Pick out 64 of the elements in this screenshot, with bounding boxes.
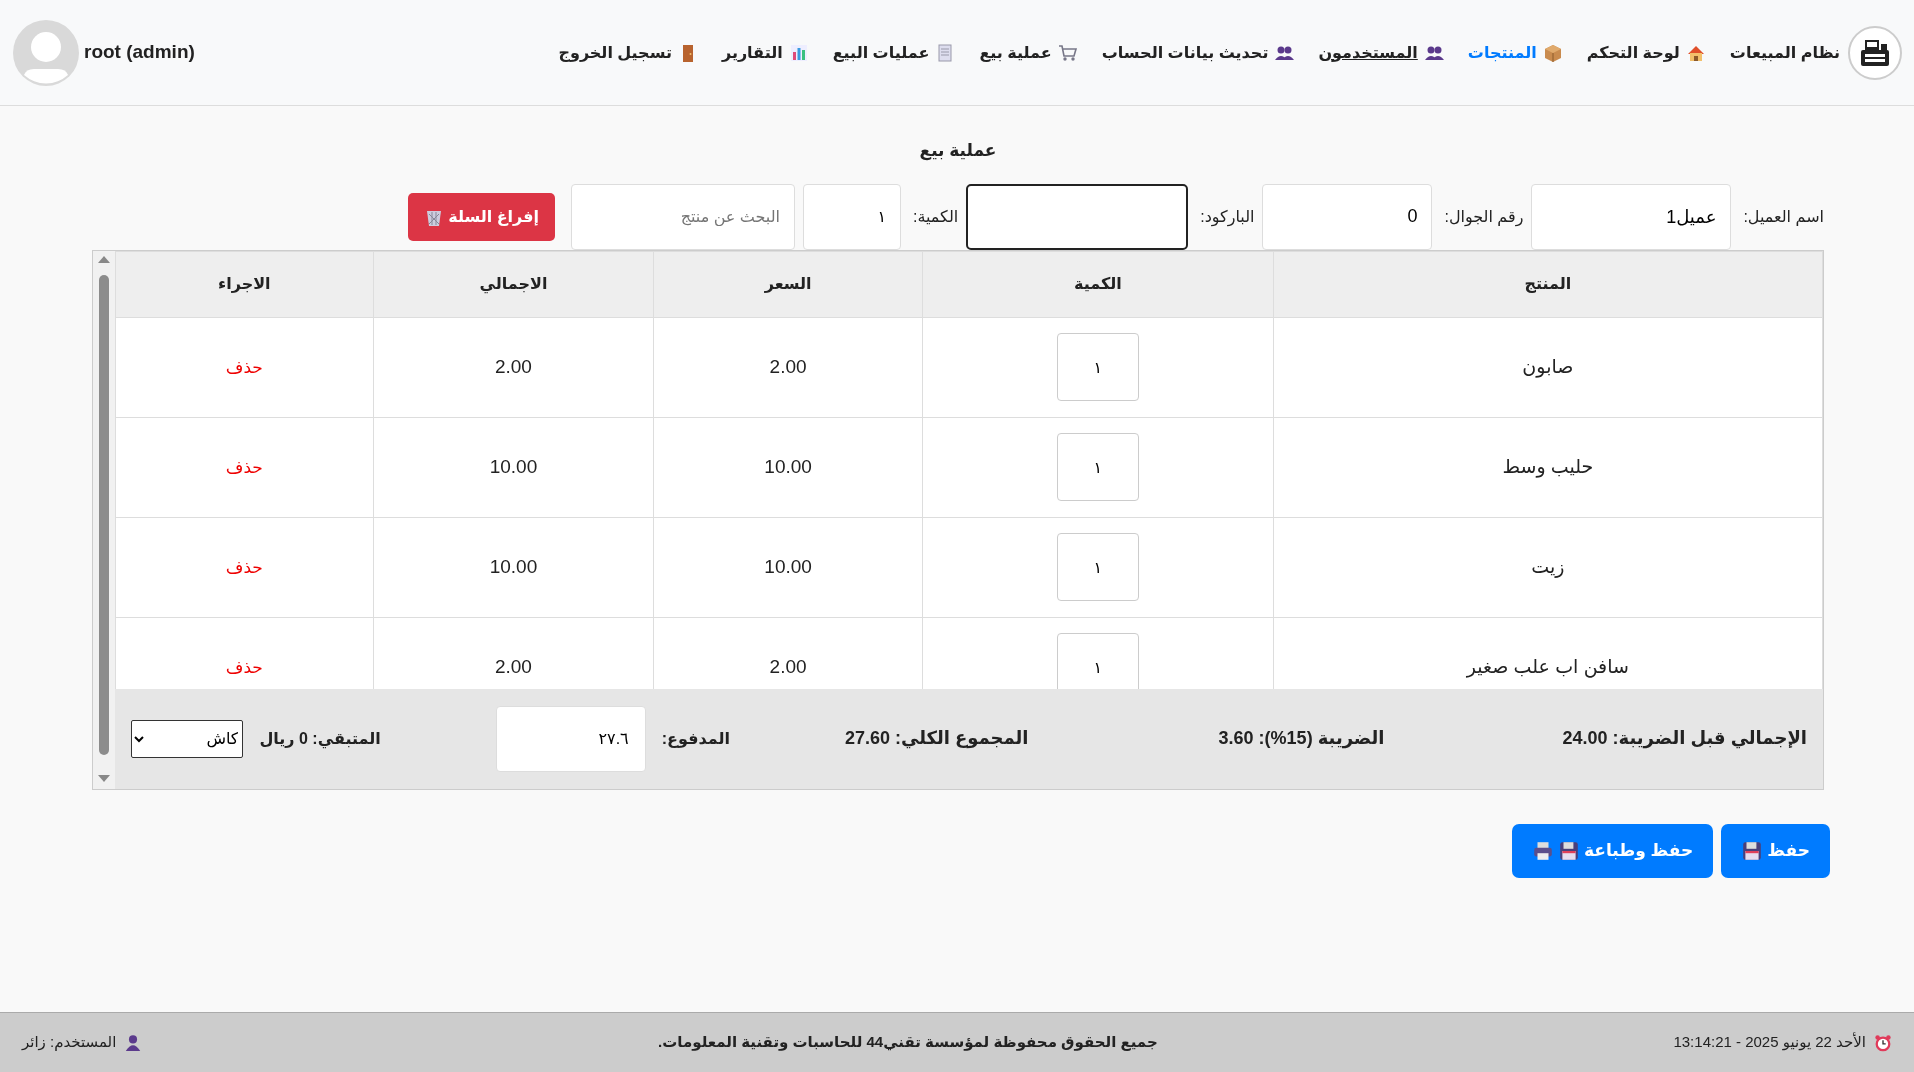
table-cell: 2.00 [373, 317, 654, 417]
delete-link[interactable]: حذف [225, 657, 263, 677]
nav-link[interactable]: تسجيل الخروج [558, 40, 698, 65]
subtotal-text: الإجمالي قبل الضريبة: 24.00 [1562, 727, 1807, 751]
table-cell: 10.00 [653, 517, 923, 617]
floppy-icon [1558, 839, 1581, 862]
page-title: عملية بيع [918, 140, 998, 163]
nav-link[interactable]: عمليات البيع [832, 40, 956, 65]
quantity-input[interactable]: ١ [1056, 633, 1139, 689]
avatar-icon [12, 18, 80, 87]
table-cell: 10.00 [373, 517, 654, 617]
remaining-text: المتبقي: 0 ريال [259, 728, 381, 751]
nav-link[interactable]: عملية بيع [979, 40, 1078, 65]
column-header: المنتج [1273, 251, 1823, 317]
column-header: الاجراء [115, 251, 374, 317]
clear-cart-button[interactable]: إفراغ السلة [408, 192, 555, 241]
field-label: رقم الجوال: [1444, 206, 1524, 229]
quantity-input[interactable]: ١ [1056, 533, 1139, 601]
current-user-text: المستخدم: زائر [22, 1032, 117, 1053]
quantity-input[interactable]: ١ [1056, 333, 1139, 401]
copyright-text: جميع الحقوق محفوظة لمؤسسة تقني44 للحاسبات وتقنية المعلومات. [658, 1032, 1158, 1053]
delete-link[interactable]: حذف [225, 357, 263, 377]
brand-title: نظام المبيعات [1729, 42, 1840, 64]
table-cell: حليب وسط [1273, 417, 1823, 517]
alarm-clock-icon [1874, 1033, 1892, 1052]
payment-method-select[interactable]: كاش [131, 719, 244, 758]
quantity-input[interactable]: ١ [1056, 433, 1139, 501]
floppy-icon [1741, 839, 1764, 862]
column-header: السعر [653, 251, 923, 317]
field-label: الكمية: [913, 206, 959, 227]
customer-name-field[interactable]: عميل1 [1531, 183, 1732, 250]
date-time-text: الأحد 22 يونيو 2025 - 13:14:21 [1673, 1031, 1866, 1053]
save-button[interactable]: حفظ [1721, 823, 1830, 878]
column-header: الاجمالي [373, 251, 654, 317]
column-header: الكمية [922, 251, 1274, 317]
cart-icon [1057, 42, 1078, 63]
field-label: المدفوع: [661, 728, 730, 750]
nav-link[interactable]: لوحة التحكم [1586, 40, 1706, 65]
nav-link[interactable]: التقارير [721, 40, 809, 65]
table-cell: 10.00 [373, 417, 654, 517]
table-cell: 2.00 [653, 317, 923, 417]
delete-link[interactable]: حذف [225, 457, 263, 477]
nav-link[interactable]: المستخدمون [1318, 40, 1444, 65]
field-label: الباركود: [1200, 206, 1255, 229]
save-print-button[interactable]: حفظ وطباعة [1512, 823, 1714, 878]
search-field[interactable]: البحث عن منتج [571, 183, 795, 250]
table-cell: زيت [1273, 517, 1823, 617]
quantity-field[interactable]: ١ [803, 183, 901, 250]
table-cell: صابون [1273, 317, 1823, 417]
nav-link[interactable]: تحديث بيانات الحساب [1101, 40, 1295, 65]
paid-field[interactable]: ٢٧.٦ [495, 705, 646, 772]
user-name: root (admin) [84, 40, 195, 65]
table-cell: 10.00 [653, 417, 923, 517]
bar-chart-icon [788, 42, 809, 63]
barcode-field[interactable] [966, 183, 1189, 250]
phone-field[interactable]: 0 [1262, 183, 1433, 250]
printer-icon [1532, 839, 1555, 862]
delete-link[interactable]: حذف [225, 557, 263, 577]
user-icon [124, 1033, 143, 1052]
nav-link[interactable]: المنتجات [1467, 40, 1563, 65]
grand-total-text: المجموع الكلي: 27.60 [844, 727, 1029, 751]
field-label: اسم العميل: [1743, 206, 1824, 228]
box-icon [1542, 42, 1563, 63]
cash-register-logo [1848, 25, 1902, 80]
